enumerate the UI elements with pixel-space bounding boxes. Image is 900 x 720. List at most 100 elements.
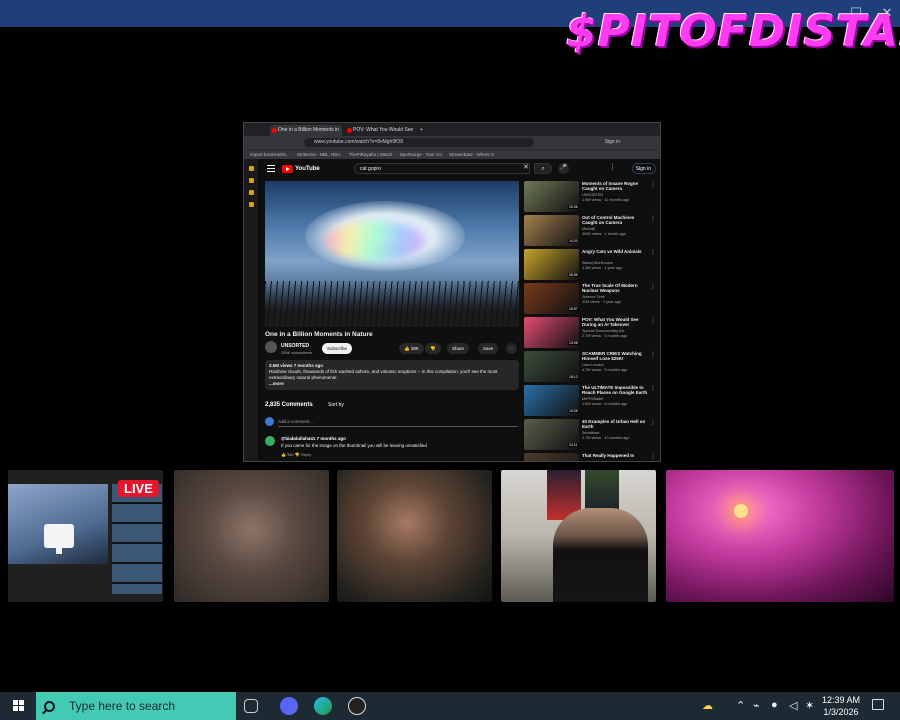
- video-duration: 08:55: [568, 273, 579, 277]
- subscribe-button[interactable]: Subscribe: [322, 343, 353, 354]
- recommended-video[interactable]: 18:13 SCAMMER CRIES Watching Himself Lose…: [524, 351, 660, 383]
- more-options-icon[interactable]: ⋮: [650, 419, 656, 426]
- new-tab-button[interactable]: +: [418, 125, 430, 136]
- more-options-icon[interactable]: ⋮: [650, 283, 656, 290]
- task-view-icon[interactable]: [244, 699, 258, 713]
- video-thumbnail[interactable]: [524, 453, 579, 461]
- recommended-channel[interactable]: Mentalfi: [582, 227, 595, 231]
- recommended-video[interactable]: 18:57 The True Scale Of Modern Nuclear We…: [524, 283, 660, 315]
- show-hidden-icons-chevron-icon[interactable]: ⌃: [736, 699, 745, 712]
- comment-author[interactable]: @biabdullah441 7 months ago: [281, 436, 346, 441]
- recommended-video[interactable]: 24:11 40 Examples of Urban Hell on Earth W…: [524, 419, 660, 451]
- bookmark-item[interactable]: Sportsurge - Your Go: [400, 150, 442, 159]
- browser-tab-2[interactable]: POV: What You Would See: [345, 125, 415, 136]
- like-button[interactable]: 👍 38K: [399, 343, 424, 354]
- recommended-meta: 4.7M views · 3 months ago: [582, 368, 628, 372]
- dislike-button[interactable]: 👎: [425, 343, 441, 354]
- sort-comments-button[interactable]: Sort by: [328, 402, 344, 408]
- search-input[interactable]: cat gopro: [354, 163, 530, 174]
- taskbar-search[interactable]: Type here to search: [36, 692, 236, 720]
- edge-browser-icon[interactable]: [314, 697, 332, 715]
- url-field[interactable]: www.youtube.com/watch?v=8xMgh9fO8: [304, 138, 534, 147]
- hamburger-menu-icon[interactable]: [267, 165, 275, 172]
- add-comment-input[interactable]: Add a comment...: [278, 419, 518, 427]
- browser-signin[interactable]: Sign in: [605, 139, 620, 145]
- recommended-video[interactable]: That Really Happened In ⋮: [524, 453, 660, 461]
- notification-center-icon[interactable]: [872, 699, 884, 710]
- show-more-link[interactable]: ...more: [269, 381, 284, 386]
- more-options-icon[interactable]: ⋮: [650, 453, 656, 460]
- view-stats: 3.5M views 7 months ago: [269, 363, 324, 368]
- recommended-channel[interactable]: Wahaj Workhouse: [582, 261, 613, 265]
- bookmark-item[interactable]: Import bookmarks...: [250, 150, 290, 159]
- recommended-channel[interactable]: MrPR00adel: [582, 397, 603, 401]
- recommended-channel[interactable]: Worldkiwe: [582, 431, 599, 435]
- microphone-tray-icon[interactable]: ●: [771, 699, 778, 711]
- sidebar-icon[interactable]: [248, 190, 254, 195]
- recommended-video[interactable]: 14:20 Out of Control Machines Caught on C…: [524, 215, 660, 247]
- recommended-video[interactable]: 20:36 Moments of Insane Rogne Caught on C…: [524, 181, 660, 213]
- recommended-title[interactable]: The ULTIMATE Impossible to Reach Places …: [582, 385, 650, 395]
- commenter-avatar[interactable]: [265, 436, 275, 446]
- recommended-title[interactable]: 40 Examples of Urban Hell on Earth: [582, 419, 650, 429]
- video-player[interactable]: [265, 181, 519, 327]
- more-options-icon[interactable]: ⋮: [650, 249, 656, 256]
- sidebar-icon[interactable]: [248, 178, 254, 183]
- recommended-title[interactable]: That Really Happened In: [582, 453, 650, 458]
- bookmark-item[interactable]: ThePiRayaho | Watch: [349, 150, 393, 159]
- save-button[interactable]: Save: [478, 343, 499, 354]
- channel-name[interactable]: UNSORTED: [281, 343, 309, 349]
- network-icon[interactable]: ⌁: [753, 699, 760, 712]
- microphone-icon[interactable]: 🎤: [558, 163, 569, 174]
- youtube-logo[interactable]: YouTube: [282, 164, 320, 174]
- obs-studio-icon[interactable]: [348, 697, 366, 715]
- start-windows-icon[interactable]: [6, 692, 32, 720]
- recommended-title[interactable]: Angry Cats vs Wild Animals: [582, 249, 650, 254]
- video-duration: 18:57: [568, 307, 579, 311]
- comments-count: 2,835 Comments: [265, 402, 313, 408]
- video-description[interactable]: 3.5M views 7 months ago Rainbow clouds, …: [265, 360, 519, 390]
- sidebar-icon[interactable]: [248, 202, 254, 207]
- sidebar-icon[interactable]: [248, 166, 254, 171]
- bookmark-item[interactable]: StreamEast - Where S: [449, 150, 494, 159]
- channel-avatar[interactable]: [265, 341, 277, 353]
- more-actions-button[interactable]: ···: [506, 343, 517, 354]
- volume-icon[interactable]: ◁: [789, 699, 797, 712]
- recommended-meta: 2.7M views · 10 months ago: [582, 436, 630, 440]
- recommended-video[interactable]: 08:55 Angry Cats vs Wild Animals Wahaj Wor…: [524, 249, 660, 281]
- address-bar: www.youtube.com/watch?v=8xMgh9fO8 Sign i…: [244, 136, 660, 149]
- recommended-title[interactable]: The True Scale Of Modern Nuclear Weapons: [582, 283, 650, 293]
- recommended-title[interactable]: POV: What You Would See During an AI Tak…: [582, 317, 650, 327]
- recommended-meta: 4.3M views · 1 year ago: [582, 266, 623, 270]
- recommended-channel[interactable]: UNSORTED: [582, 193, 603, 197]
- recommended-title[interactable]: Moments of Insane Rogne Caught on Camera: [582, 181, 650, 191]
- browser-tab-1[interactable]: One in a Billion Moments in: [270, 125, 342, 136]
- lamp-glow: [734, 504, 748, 518]
- search-button[interactable]: ⌕: [534, 163, 552, 174]
- bookmark-item[interactable]: StrikeOut - NBL, NBA,: [297, 150, 342, 159]
- recommended-channel[interactable]: Liam Lecaire: [582, 363, 604, 367]
- more-options-icon[interactable]: ⋮: [650, 317, 656, 324]
- signin-button[interactable]: Sign in: [631, 163, 656, 174]
- share-button[interactable]: Share: [447, 343, 470, 354]
- recommended-channel[interactable]: Special Documentary AIx: [582, 329, 624, 333]
- more-options-icon[interactable]: ⋮: [609, 163, 616, 171]
- more-options-icon[interactable]: ⋮: [650, 215, 656, 222]
- system-clock[interactable]: 12:39 AM 1/3/2026: [818, 694, 864, 718]
- recommended-title[interactable]: SCAMMER CRIES Watching Himself Lose $25K…: [582, 351, 650, 361]
- bluetooth-icon[interactable]: ✶: [805, 699, 814, 712]
- more-options-icon[interactable]: ⋮: [650, 385, 656, 392]
- live-badge: LIVE: [118, 480, 159, 497]
- recommended-channel[interactable]: Science Time: [582, 295, 605, 299]
- more-options-icon[interactable]: ⋮: [650, 181, 656, 188]
- recommended-title[interactable]: Out of Control Machines Caught on Camera: [582, 215, 650, 225]
- streamer-figure: [553, 508, 648, 602]
- comment-actions[interactable]: 👍 360 👎 Reply: [281, 452, 311, 457]
- weather-icon[interactable]: ☁: [702, 699, 713, 712]
- more-options-icon[interactable]: ⋮: [650, 351, 656, 358]
- play-logo-icon: [282, 165, 293, 173]
- clear-search-icon[interactable]: ✕: [523, 163, 529, 171]
- discord-icon[interactable]: [280, 697, 298, 715]
- recommended-video[interactable]: 23:08 POV: What You Would See During an A…: [524, 317, 660, 349]
- recommended-video[interactable]: 15:28 The ULTIMATE Impossible to Reach Pl…: [524, 385, 660, 417]
